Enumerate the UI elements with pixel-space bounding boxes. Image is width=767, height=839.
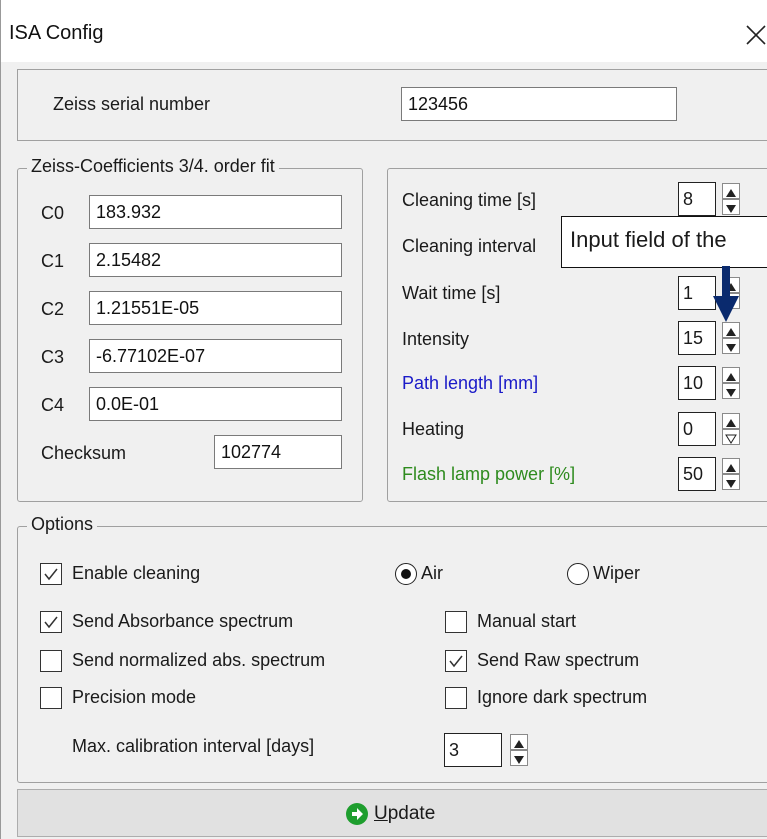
arrow-down-icon (713, 266, 739, 322)
ignore-dark-label[interactable]: Ignore dark spectrum (477, 687, 647, 708)
arrow-down-icon[interactable] (722, 338, 740, 354)
enable-cleaning-checkbox[interactable] (40, 563, 62, 585)
manual-start-label[interactable]: Manual start (477, 611, 576, 632)
options-legend: Options (27, 514, 98, 535)
wiper-radio[interactable] (567, 563, 589, 585)
coef-input-c3[interactable]: -6.77102E-07 (89, 339, 342, 373)
coef-label-c1: C1 (41, 251, 65, 271)
precision-mode-label[interactable]: Precision mode (72, 687, 196, 708)
setting-label-heating: Heating (402, 419, 465, 439)
spin-intensity[interactable]: 15 (678, 321, 767, 355)
enable-cleaning-label[interactable]: Enable cleaning (72, 563, 200, 584)
send-raw-label[interactable]: Send Raw spectrum (477, 650, 639, 671)
setting-label-intensity: Intensity (402, 329, 470, 349)
spin-value[interactable]: 8 (678, 182, 716, 216)
isa-config-window: ISA Config Zeiss serial number 123456 Ze… (0, 0, 767, 839)
coef-input-c2[interactable]: 1.21551E-05 (89, 291, 342, 325)
setting-label-cleaning-time: Cleaning time [s] (402, 190, 537, 210)
spin-value[interactable]: 15 (678, 321, 716, 355)
window-title: ISA Config (9, 22, 104, 44)
arrow-up-icon[interactable] (722, 458, 740, 474)
arrow-right-circle-icon (346, 803, 368, 825)
arrow-down-icon[interactable] (722, 383, 740, 399)
precision-mode-checkbox[interactable] (40, 687, 62, 709)
setting-label-cleaning-interval: Cleaning interval (402, 236, 537, 256)
checksum-label: Checksum (41, 443, 127, 463)
arrow-down-icon[interactable] (722, 199, 740, 215)
arrow-up-icon[interactable] (722, 322, 740, 338)
arrow-up-icon[interactable] (722, 413, 740, 429)
update-button[interactable]: Update (17, 789, 767, 837)
spin-value[interactable]: 50 (678, 457, 716, 491)
ignore-dark-checkbox[interactable] (445, 687, 467, 709)
setting-label-path-length: Path length [mm] (402, 373, 539, 393)
send-absorbance-checkbox[interactable] (40, 611, 62, 633)
arrow-down-icon[interactable] (510, 750, 528, 766)
coef-label-c0: C0 (41, 203, 65, 223)
arrow-up-icon[interactable] (510, 734, 528, 750)
max-calibration-label: Max. calibration interval [days] (72, 736, 315, 756)
title-bar: ISA Config (1, 0, 767, 62)
spin-value[interactable]: 10 (678, 366, 716, 400)
update-label: Update (374, 803, 436, 824)
arrow-up-icon[interactable] (722, 183, 740, 199)
radio-selected-dot (401, 569, 411, 579)
serial-input[interactable]: 123456 (401, 87, 677, 121)
setting-label-flash-lamp-power: Flash lamp power [%] (402, 464, 576, 484)
coef-input-c0[interactable]: 183.932 (89, 195, 342, 229)
spin-value[interactable]: 3 (444, 733, 502, 767)
spin-cleaning-time[interactable]: 8 (678, 182, 767, 216)
spin-flash-lamp-power[interactable]: 50 (678, 457, 767, 491)
send-normalized-label[interactable]: Send normalized abs. spectrum (72, 650, 325, 671)
spin-path-length[interactable]: 10 (678, 366, 767, 400)
coefficients-legend: Zeiss-Coefficients 3/4. order fit (27, 156, 279, 177)
send-normalized-checkbox[interactable] (40, 650, 62, 672)
coef-label-c4: C4 (41, 395, 65, 415)
air-label[interactable]: Air (421, 563, 443, 584)
serial-label: Zeiss serial number (53, 94, 211, 114)
arrow-up-icon[interactable] (722, 367, 740, 383)
arrow-down-icon[interactable] (722, 474, 740, 490)
coef-label-c3: C3 (41, 347, 65, 367)
send-raw-checkbox[interactable] (445, 650, 467, 672)
spin-heating[interactable]: 0 (678, 412, 767, 446)
input-field-tooltip: Input field of the (561, 216, 767, 268)
coef-input-c4[interactable]: 0.0E-01 (89, 387, 342, 421)
spin-max-calibration[interactable]: 3 (444, 733, 534, 767)
arrow-down-icon[interactable] (722, 429, 740, 445)
close-icon[interactable] (743, 18, 767, 48)
coef-input-c1[interactable]: 2.15482 (89, 243, 342, 277)
send-absorbance-label[interactable]: Send Absorbance spectrum (72, 611, 293, 632)
coef-label-c2: C2 (41, 299, 65, 319)
setting-label-wait-time: Wait time [s] (402, 283, 501, 303)
manual-start-checkbox[interactable] (445, 611, 467, 633)
wiper-label[interactable]: Wiper (593, 563, 640, 584)
checksum-field: 102774 (214, 435, 342, 469)
air-radio[interactable] (395, 563, 417, 585)
spin-value[interactable]: 0 (678, 412, 716, 446)
